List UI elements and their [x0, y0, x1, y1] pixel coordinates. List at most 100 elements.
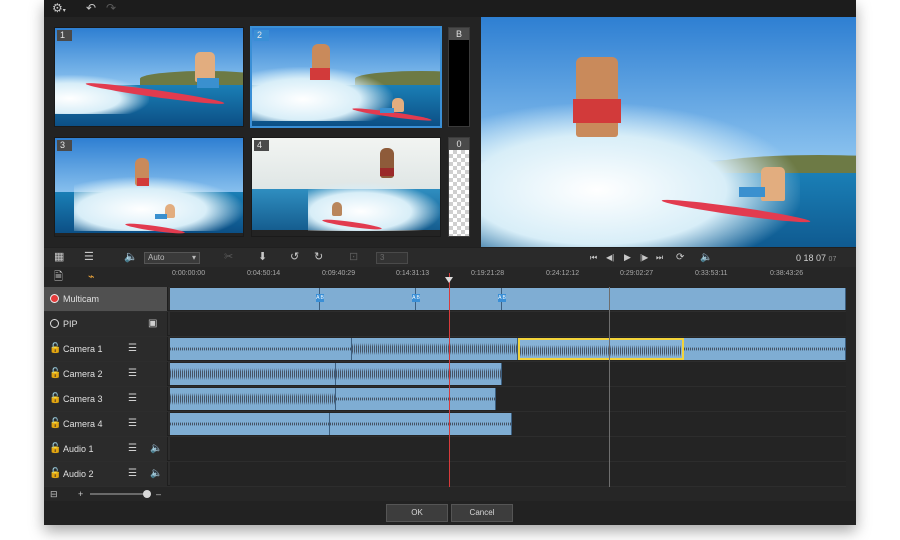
track-audio-1: 🔓 Audio 1 ☰ 🔈 [44, 437, 856, 461]
track-header[interactable]: 🔓 Audio 1 ☰ 🔈 [44, 437, 168, 461]
track-header[interactable]: 🔓 Camera 3 ☰ [44, 387, 168, 411]
playhead-handle[interactable] [445, 277, 453, 283]
multicam-clip[interactable] [320, 288, 416, 310]
transparent-slot[interactable]: 0 [448, 137, 470, 237]
audio-clip[interactable] [170, 338, 352, 360]
camera-4-view[interactable]: 4 [251, 137, 441, 237]
multicam-clip[interactable] [416, 288, 502, 310]
speaker-icon[interactable]: 🔈 [150, 467, 162, 481]
go-end-icon[interactable]: ⏭ [656, 250, 663, 265]
timecode-value: 0 18 07 [796, 253, 827, 263]
track-header[interactable]: 🔓 Audio 2 ☰ 🔈 [44, 462, 168, 486]
go-start-icon[interactable]: ⏮ [590, 250, 597, 265]
audio-mode-select[interactable]: Auto ▾ [144, 252, 200, 264]
zoom-in-button[interactable]: + [78, 487, 83, 502]
camera-1-view[interactable]: 1 [54, 27, 244, 127]
transition-marker[interactable]: A B [412, 294, 420, 302]
play-icon[interactable]: ▶ [624, 250, 631, 265]
selected-clip[interactable] [518, 338, 684, 360]
audio-clip[interactable] [330, 413, 512, 435]
track-options-icon[interactable]: ☰ [128, 342, 137, 356]
reference-line [609, 287, 610, 487]
marker-icon[interactable]: ⬇ [258, 250, 267, 265]
snapshot-icon[interactable]: ⊡ [349, 250, 358, 265]
track-area[interactable] [170, 312, 846, 336]
undo-icon[interactable]: ↶ [86, 1, 96, 16]
record-icon[interactable] [50, 319, 59, 328]
track-area[interactable] [170, 337, 846, 361]
track-options-icon[interactable]: ☰ [128, 417, 137, 431]
multicam-clip[interactable] [502, 288, 846, 310]
lock-icon[interactable]: 🔓 [49, 467, 61, 481]
zoom-slider-knob[interactable] [143, 490, 151, 498]
lock-icon[interactable]: 🔓 [49, 342, 61, 356]
record-icon[interactable] [50, 294, 59, 303]
waveform [330, 422, 511, 426]
track-header[interactable]: 🔓 Camera 2 ☰ [44, 362, 168, 386]
speaker-icon[interactable]: 🔈 [150, 442, 162, 456]
camera-3-view[interactable]: 3 [54, 137, 244, 237]
step-back-icon[interactable]: ◀| [606, 250, 614, 265]
step-forward-icon[interactable]: |▶ [640, 250, 648, 265]
ruler-tick: 0:14:31:13 [396, 270, 430, 277]
lock-icon[interactable]: 🔓 [49, 442, 61, 456]
vertical-scrollbar[interactable] [846, 287, 856, 487]
track-options-icon[interactable]: ☰ [128, 467, 137, 481]
timeline-tracks: Multicam A B A B A B PIP ▣ � [44, 287, 856, 487]
track-name: Multicam [63, 294, 100, 304]
timecode-display[interactable]: 0 18 07 07 [796, 252, 836, 266]
playhead[interactable] [449, 273, 450, 488]
background-slot[interactable]: B [448, 27, 470, 127]
transition-marker[interactable]: A B [316, 294, 324, 302]
audio-clip[interactable] [684, 338, 846, 360]
track-area[interactable] [170, 412, 846, 436]
multicam-clip[interactable] [170, 288, 320, 310]
ruler-tick: 0:38:43:26 [770, 270, 804, 277]
track-header[interactable]: 🔓 Camera 4 ☰ [44, 412, 168, 436]
waveform [170, 347, 351, 351]
track-header[interactable]: Multicam [44, 287, 168, 311]
audio-clip[interactable] [336, 363, 502, 385]
zoom-out-button[interactable]: – [156, 487, 161, 502]
audio-clip[interactable] [352, 338, 518, 360]
track-header[interactable]: 🔓 Camera 1 ☰ [44, 337, 168, 361]
audio-clip[interactable] [170, 388, 336, 410]
transition-marker[interactable]: A B [498, 294, 506, 302]
cancel-button[interactable]: Cancel [451, 504, 513, 522]
redo-icon[interactable]: ↷ [106, 1, 116, 16]
speaker-icon[interactable]: 🔈 [124, 250, 138, 265]
audio-clip[interactable] [170, 363, 336, 385]
track-audio-2: 🔓 Audio 2 ☰ 🔈 [44, 462, 856, 486]
ok-button[interactable]: OK [386, 504, 448, 522]
track-area[interactable]: A B A B A B [170, 287, 846, 311]
volume-icon[interactable]: 🔈 [700, 250, 712, 265]
number-stepper[interactable]: 3 [376, 252, 408, 264]
repeat-icon[interactable]: ⟳ [676, 250, 684, 265]
rotate-right-icon[interactable]: ↻ [314, 250, 323, 265]
camera-2-view[interactable]: 2 [250, 26, 442, 128]
lock-icon[interactable]: 🔓 [49, 367, 61, 381]
dialog-buttons: OK Cancel [44, 501, 856, 525]
audio-clip[interactable] [170, 413, 330, 435]
split-clip-icon[interactable]: ✂ [224, 250, 233, 265]
audio-clip[interactable] [336, 388, 496, 410]
track-area[interactable] [170, 387, 846, 411]
track-options-icon[interactable]: ☰ [128, 442, 137, 456]
track-area[interactable] [170, 437, 846, 461]
rotate-left-icon[interactable]: ↺ [290, 250, 299, 265]
grid-layout-icon[interactable]: ▦ [54, 250, 64, 265]
pip-icon[interactable]: ▣ [148, 317, 157, 331]
lock-icon[interactable]: 🔓 [49, 392, 61, 406]
lock-icon[interactable]: 🔓 [49, 417, 61, 431]
fit-timeline-icon[interactable]: ⊟ [50, 487, 58, 502]
track-header[interactable]: PIP ▣ [44, 312, 168, 336]
track-area[interactable] [170, 362, 846, 386]
track-options-icon[interactable]: ☰ [128, 367, 137, 381]
clip-list-icon[interactable]: 🗎 [54, 270, 63, 285]
track-options-icon[interactable]: ☰ [84, 250, 94, 265]
camera-number: 2 [254, 30, 269, 41]
audio-sync-icon[interactable]: ⌁ [88, 270, 95, 285]
track-options-icon[interactable]: ☰ [128, 392, 137, 406]
track-area[interactable] [170, 462, 846, 486]
zoom-slider[interactable] [90, 493, 148, 495]
